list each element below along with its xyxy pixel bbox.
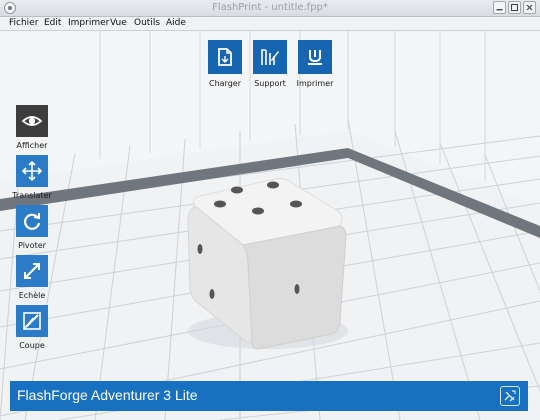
machine-name: FlashForge Adventurer 3 Lite [17, 387, 198, 403]
charger-button[interactable] [208, 40, 242, 74]
connect-icon [504, 390, 516, 402]
move-arrows-icon [21, 160, 43, 182]
pivoter-button[interactable] [16, 205, 48, 237]
menu-outils[interactable]: Outils [134, 18, 160, 28]
cut-icon [23, 312, 41, 330]
rotate-icon [24, 213, 41, 230]
echele-button[interactable] [16, 255, 48, 287]
window-controls [493, 1, 536, 15]
translater-button[interactable] [16, 155, 48, 187]
eye-icon [21, 116, 43, 126]
afficher-label: Afficher [16, 141, 48, 150]
menu-vue[interactable]: Vue [110, 18, 127, 28]
scale-icon [24, 263, 40, 279]
echele-label: Echèle [18, 291, 46, 300]
minimize-button[interactable] [493, 1, 506, 14]
close-button[interactable] [523, 1, 536, 14]
file-load-icon [218, 48, 232, 66]
support-icon [261, 49, 279, 65]
maximize-icon [510, 3, 519, 12]
minimize-icon [496, 9, 503, 11]
maximize-button[interactable] [508, 1, 521, 14]
window-title: FlashPrint - untitle.fpp* [212, 2, 328, 13]
translater-label: Translater [12, 191, 52, 200]
close-icon [526, 4, 533, 11]
pivoter-label: Pivoter [18, 241, 46, 250]
support-button[interactable] [253, 40, 287, 74]
menu-fichier[interactable]: Fichier [9, 18, 38, 28]
print-icon [308, 50, 322, 65]
flashprint-window: FlashPrint - untitle.fpp* Fichier Edit I… [0, 0, 540, 420]
machine-status-bar: FlashForge Adventurer 3 Lite [10, 381, 528, 411]
title-bar: FlashPrint - untitle.fpp* [0, 0, 540, 17]
coupe-label: Coupe [19, 341, 45, 350]
connect-button[interactable] [500, 386, 520, 406]
menu-bar: Fichier Edit Imprimer Vue Outils Aide [0, 17, 540, 31]
afficher-button[interactable] [16, 105, 48, 137]
menu-edit[interactable]: Edit [44, 18, 61, 28]
menu-aide[interactable]: Aide [166, 18, 186, 28]
3d-viewport[interactable]: Charger Support Imprimer Afficher Transl… [0, 31, 540, 420]
build-plate-scene [0, 31, 540, 420]
coupe-button[interactable] [16, 305, 48, 337]
imprimer-label: Imprimer [296, 79, 334, 88]
imprimer-button[interactable] [298, 40, 332, 74]
menu-imprimer[interactable]: Imprimer [68, 18, 109, 28]
